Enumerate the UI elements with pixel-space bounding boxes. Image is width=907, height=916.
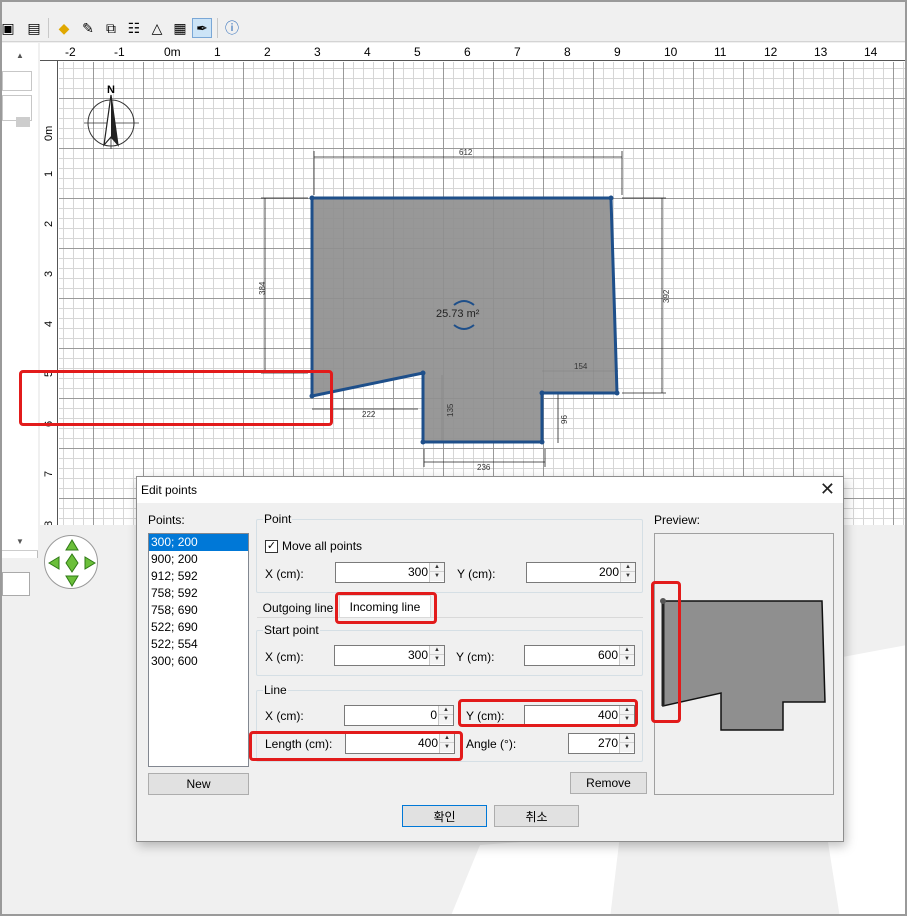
list-item[interactable]: 758; 592 <box>149 585 248 602</box>
list-item[interactable]: 522; 554 <box>149 636 248 653</box>
list-item[interactable]: 758; 690 <box>149 602 248 619</box>
angle-value: 270 <box>597 736 618 750</box>
point-y-label: Y (cm): <box>457 567 496 581</box>
chevron-up-icon[interactable]: ▲ <box>16 51 24 60</box>
toolbar-separator <box>48 18 49 38</box>
dimension-notch-right-label: 96 <box>560 415 569 424</box>
dimension-bottom-label: 236 <box>477 463 491 472</box>
line-x-label: X (cm): <box>265 709 304 723</box>
room-icon[interactable]: ▦ <box>170 18 190 38</box>
line-x-value: 0 <box>430 708 437 722</box>
move-all-points-checkbox[interactable]: ✓ <box>265 540 278 553</box>
camera-icon[interactable]: ▣ <box>2 18 18 38</box>
start-y-value: 600 <box>597 648 618 662</box>
navigation-control[interactable] <box>44 535 98 589</box>
furniture-catalog-panel: ▲ ▼ <box>2 43 38 551</box>
line-x-spinner[interactable]: ▲ ▼ <box>438 706 453 725</box>
pencil-icon[interactable]: ✎ <box>78 18 98 38</box>
list-item[interactable]: 300; 200 <box>149 534 248 551</box>
toolbar-separator <box>217 18 218 38</box>
ok-button[interactable]: 확인 <box>402 805 487 827</box>
dimension-notch-height-label: 135 <box>446 403 455 417</box>
list-item[interactable]: 900; 200 <box>149 551 248 568</box>
point-y-field[interactable]: 200 ▲ ▼ <box>526 562 636 583</box>
highlight-box-preview-edge <box>651 581 681 723</box>
list-item[interactable]: 300; 600 <box>149 653 248 670</box>
edit-points-dialog: Edit points ✕ Points: 300; 200 900; 200 … <box>136 476 844 842</box>
highlight-box-plan-edge <box>19 370 333 426</box>
start-x-field[interactable]: 300 ▲ ▼ <box>334 645 445 666</box>
preview-label: Preview: <box>654 513 701 527</box>
dimension-left-label: 384 <box>258 281 267 295</box>
list-item[interactable]: 912; 592 <box>149 568 248 585</box>
dialog-titlebar: Edit points ✕ <box>137 477 843 503</box>
preview-panel <box>654 533 834 795</box>
point-x-spinner[interactable]: ▲ ▼ <box>429 563 444 582</box>
catalog-search-field[interactable] <box>2 71 32 91</box>
angle-spinner[interactable]: ▲ ▼ <box>619 734 634 753</box>
camera-video-icon[interactable]: ▤ <box>24 18 44 38</box>
tab-outgoing-line[interactable]: Outgoing line <box>258 597 338 619</box>
close-icon[interactable]: ✕ <box>820 479 835 499</box>
highlight-box-incoming-tab <box>335 592 437 624</box>
highlight-box-line-y <box>458 699 638 727</box>
cancel-button[interactable]: 취소 <box>494 805 579 827</box>
room-drawing[interactable] <box>40 43 907 525</box>
list-item[interactable]: 522; 690 <box>149 619 248 636</box>
new-point-button[interactable]: New <box>148 773 249 795</box>
point-x-value: 300 <box>407 565 428 579</box>
start-x-spinner[interactable]: ▲ ▼ <box>429 646 444 665</box>
chevron-down-icon[interactable]: ▼ <box>16 537 24 546</box>
light-icon[interactable]: ◆ <box>54 18 74 38</box>
dimension-bottom-left-label: 222 <box>362 410 376 419</box>
dialog-title: Edit points <box>141 483 198 497</box>
furniture-list-panel <box>2 558 38 914</box>
point-y-value: 200 <box>598 565 619 579</box>
move-all-points-label: Move all points <box>282 539 363 553</box>
line-x-field[interactable]: 0 ▲ ▼ <box>344 705 454 726</box>
preview-shape <box>660 598 826 731</box>
help-icon[interactable]: ⓘ <box>222 18 242 38</box>
copy-icon[interactable]: ⧉ <box>101 18 121 38</box>
start-y-field[interactable]: 600 ▲ ▼ <box>524 645 635 666</box>
plan-view[interactable]: -2 -1 0m 1 2 3 4 5 6 7 8 9 10 11 12 13 1… <box>40 43 907 525</box>
points-list[interactable]: 300; 200 900; 200 912; 592 758; 592 758;… <box>148 533 249 767</box>
remove-point-button[interactable]: Remove <box>570 772 647 794</box>
start-point-group-title: Start point <box>263 623 320 637</box>
room-polygon[interactable] <box>310 196 619 444</box>
move-arrows-icon[interactable] <box>45 536 99 590</box>
edit-points-icon[interactable]: ✒ <box>192 18 212 38</box>
angle-label: Angle (°): <box>466 737 517 751</box>
catalog-scrollbar-thumb[interactable] <box>16 117 30 127</box>
flip-icon[interactable]: △ <box>147 18 167 38</box>
start-y-spinner[interactable]: ▲ ▼ <box>619 646 634 665</box>
dimension-top-label: 612 <box>459 148 473 157</box>
dimension-notch-top-label: 154 <box>574 362 588 371</box>
start-x-value: 300 <box>407 648 428 662</box>
left-panel: ▲ ▼ <box>2 43 38 914</box>
start-x-label: X (cm): <box>265 650 304 664</box>
angle-field[interactable]: 270 ▲ ▼ <box>568 733 635 754</box>
points-label: Points: <box>148 513 185 527</box>
paste-style-icon[interactable]: ☷ <box>124 18 144 38</box>
point-group-title: Point <box>263 512 293 526</box>
point-x-label: X (cm): <box>265 567 304 581</box>
highlight-box-length <box>249 731 463 761</box>
start-y-label: Y (cm): <box>456 650 495 664</box>
furniture-list-field[interactable] <box>2 572 30 596</box>
point-x-field[interactable]: 300 ▲ ▼ <box>335 562 445 583</box>
dimension-right-label: 392 <box>662 289 671 303</box>
room-area-label: 25.73 m² <box>436 308 480 320</box>
toolbar: ▣ ▤ ◆ ✎ ⧉ ☷ △ ▦ ✒ ⓘ <box>2 2 905 42</box>
tab-divider <box>257 617 643 618</box>
application-window: ▣ ▤ ◆ ✎ ⧉ ☷ △ ▦ ✒ ⓘ ▲ ▼ -2 -1 0m 1 2 3 4… <box>0 0 907 916</box>
line-group-title: Line <box>263 683 288 697</box>
point-y-spinner[interactable]: ▲ ▼ <box>620 563 635 582</box>
